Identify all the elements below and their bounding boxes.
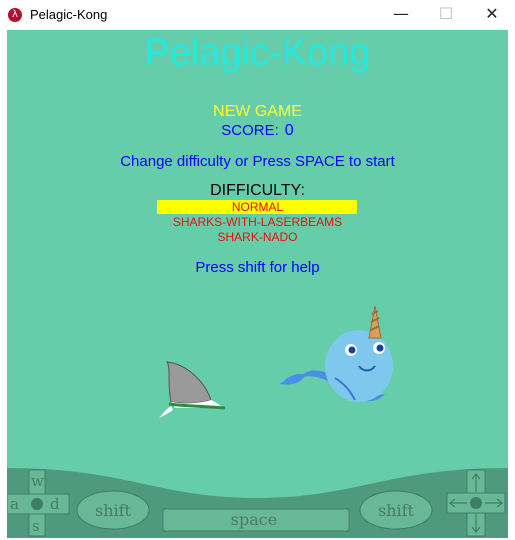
app-icon: λ (8, 8, 22, 22)
window-frame-left (0, 30, 7, 540)
difficulty-option-shark-nado[interactable]: SHARK-NADO (7, 230, 508, 244)
help-text: Press shift for help (195, 259, 320, 276)
left-shift-label: shift (95, 501, 132, 520)
score-value: 0 (284, 122, 294, 139)
d-key[interactable]: d (50, 495, 60, 513)
score-row: SCORE: 0 (7, 122, 508, 140)
title-bar: λ Pelagic-Kong — ☐ ✕ (0, 0, 515, 30)
controls-panel: w a s d shift space shift (7, 468, 508, 538)
game-status: NEW GAME (213, 103, 302, 120)
shark-fin-icon (159, 361, 226, 418)
narwhal-icon (279, 305, 393, 402)
close-button[interactable]: ✕ (469, 0, 515, 30)
a-key[interactable]: a (10, 495, 19, 513)
window-frame-right (508, 30, 515, 540)
score-label: SCORE: (221, 122, 279, 139)
window-title: Pelagic-Kong (30, 7, 108, 22)
s-key[interactable]: s (32, 517, 40, 535)
minimize-button[interactable]: — (378, 0, 424, 30)
space-label: space (231, 510, 277, 529)
game-title: Pelagic-Kong (144, 32, 371, 74)
right-shift-label: shift (378, 501, 415, 520)
w-key[interactable]: w (31, 472, 44, 490)
difficulty-option-sharks-with-laserbeams[interactable]: SHARKS-WITH-LASERBEAMS (7, 215, 508, 229)
difficulty-option-normal[interactable]: NORMAL (7, 200, 508, 214)
maximize-button[interactable]: ☐ (423, 0, 469, 30)
game-canvas[interactable]: Pelagic-Kong NEW GAME SCORE: 0 Change dif… (7, 30, 508, 538)
start-instructions: Change difficulty or Press SPACE to star… (120, 153, 395, 170)
difficulty-label: DIFFICULTY: (210, 182, 305, 199)
